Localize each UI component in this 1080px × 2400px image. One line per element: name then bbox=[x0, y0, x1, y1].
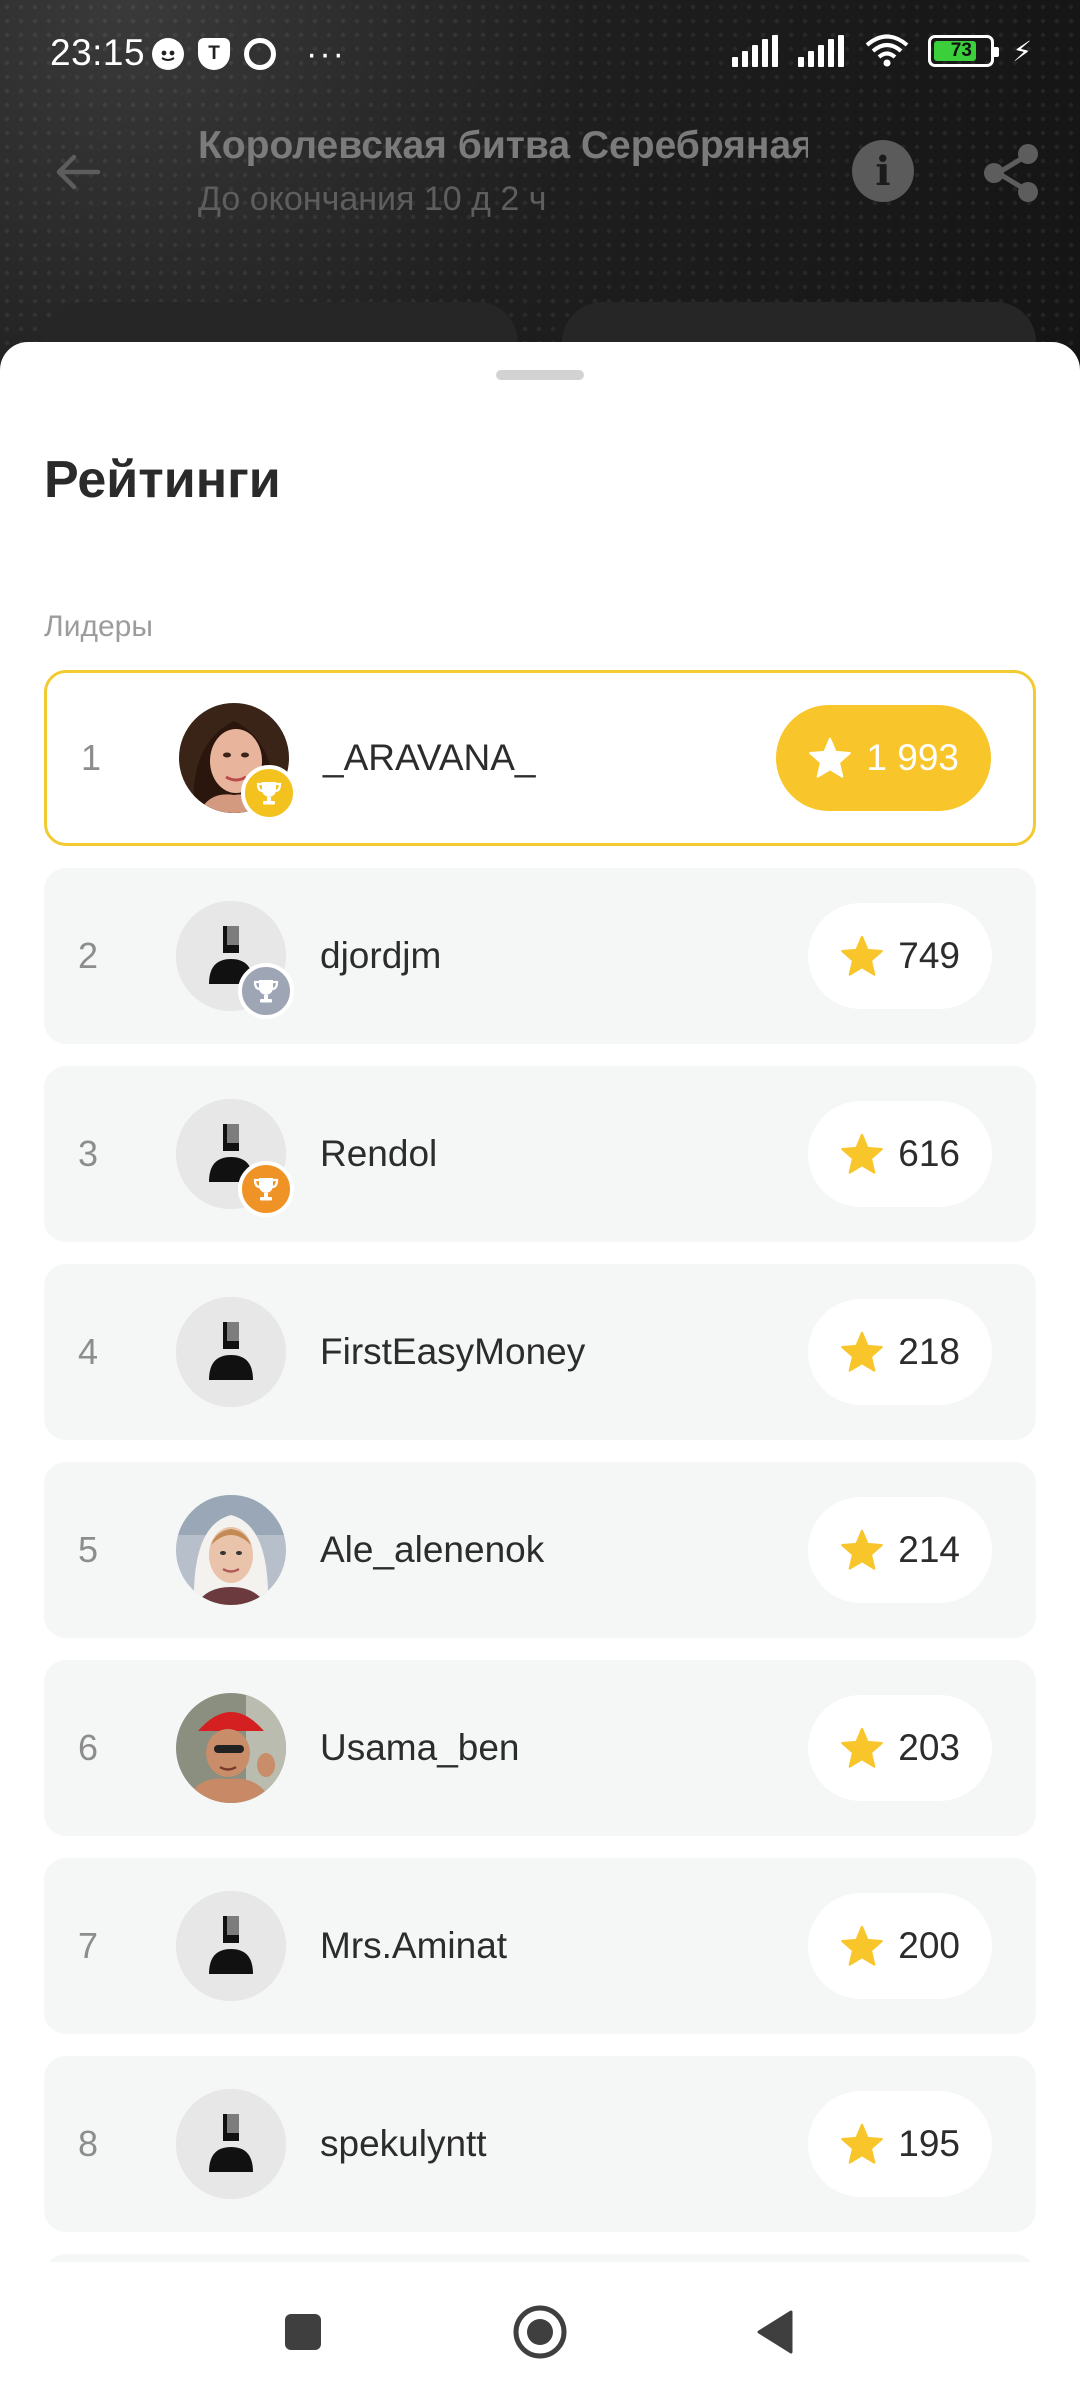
username[interactable]: Rendol bbox=[320, 1066, 437, 1242]
leaderboard-row[interactable]: 6 Usama_ben 203 bbox=[44, 1660, 1036, 1836]
avatar[interactable] bbox=[176, 1693, 286, 1803]
leaderboard-row[interactable]: 1 _ARAVANA_ 1 993 bbox=[44, 670, 1036, 846]
avatar[interactable] bbox=[176, 1891, 286, 2001]
circle-icon bbox=[513, 2305, 567, 2359]
score-badge: 218 bbox=[808, 1299, 992, 1405]
info-button[interactable]: i bbox=[852, 140, 914, 202]
tinkoff-notification-icon: T bbox=[198, 38, 230, 70]
leaderboard-row[interactable]: 4 FirstEasyMoney 218 bbox=[44, 1264, 1036, 1440]
star-icon bbox=[841, 1727, 884, 1768]
notification-icons: T ··· bbox=[152, 35, 346, 73]
status-time: 23:15 bbox=[50, 32, 146, 73]
trophy-icon bbox=[256, 782, 282, 805]
sheet-drag-handle[interactable] bbox=[496, 370, 584, 380]
share-icon bbox=[984, 144, 1038, 202]
leaderboard-row-partial[interactable] bbox=[44, 2254, 1036, 2262]
score-value: 1 993 bbox=[866, 737, 959, 778]
trophy-icon bbox=[253, 980, 279, 1003]
recents-button[interactable] bbox=[263, 2292, 343, 2372]
status-bar: 23:15 T ··· 73 ⚡ bbox=[0, 0, 1080, 110]
battery-icon: 73 bbox=[928, 35, 1000, 67]
rank-number: 5 bbox=[78, 1529, 99, 1570]
star-icon bbox=[841, 1133, 884, 1174]
sheet-title: Рейтинги bbox=[44, 451, 281, 509]
username[interactable]: Mrs.Aminat bbox=[320, 1858, 507, 2034]
section-label: Лидеры bbox=[44, 610, 153, 643]
silver-medal-icon bbox=[238, 963, 294, 1019]
score-value: 218 bbox=[898, 1331, 960, 1372]
ratings-sheet: Рейтинги Лидеры 1 _ARAVANA_ 1 993 2 djor… bbox=[0, 342, 1080, 2262]
bronze-medal-icon bbox=[238, 1161, 294, 1217]
score-value: 214 bbox=[898, 1529, 960, 1570]
chat-notification-icon bbox=[152, 38, 184, 70]
rank-number: 1 bbox=[81, 737, 102, 778]
score-badge: 200 bbox=[808, 1893, 992, 1999]
score-value: 749 bbox=[898, 935, 960, 976]
star-icon bbox=[841, 1925, 884, 1966]
charging-icon: ⚡ bbox=[1012, 35, 1032, 67]
score-badge: 195 bbox=[808, 2091, 992, 2197]
username[interactable]: djordjm bbox=[320, 868, 441, 1044]
leaderboard-row[interactable]: 7 Mrs.Aminat 200 bbox=[44, 1858, 1036, 2034]
signal-icon bbox=[732, 35, 780, 67]
leaderboard-row[interactable]: 3 Rendol 616 bbox=[44, 1066, 1036, 1242]
username[interactable]: Usama_ben bbox=[320, 1660, 520, 1836]
trophy-icon bbox=[253, 1178, 279, 1201]
score-badge: 203 bbox=[808, 1695, 992, 1801]
time-remaining: До окончания 10 д 2 ч bbox=[198, 180, 547, 218]
leaderboard-row[interactable]: 8 spekulyntt 195 bbox=[44, 2056, 1036, 2232]
leaderboard-list: 1 _ARAVANA_ 1 993 2 djordjm 749 3 Rendol… bbox=[44, 670, 1036, 2262]
star-icon bbox=[841, 1331, 884, 1372]
avatar[interactable] bbox=[179, 703, 297, 821]
avatar[interactable] bbox=[176, 2089, 286, 2199]
gold-medal-icon bbox=[241, 765, 297, 821]
score-badge: 749 bbox=[808, 903, 992, 1009]
leaderboard-row[interactable]: 2 djordjm 749 bbox=[44, 868, 1036, 1044]
signal-icon-2 bbox=[798, 35, 846, 67]
square-icon bbox=[285, 2314, 321, 2350]
avatar[interactable] bbox=[176, 1297, 286, 1407]
share-button[interactable] bbox=[976, 138, 1046, 208]
score-value: 203 bbox=[898, 1727, 960, 1768]
star-icon bbox=[809, 737, 852, 778]
rank-number: 8 bbox=[78, 2123, 99, 2164]
avatar[interactable] bbox=[176, 901, 294, 1019]
rank-number: 4 bbox=[78, 1331, 99, 1372]
username[interactable]: FirstEasyMoney bbox=[320, 1264, 585, 1440]
system-nav-bar bbox=[0, 2262, 1080, 2400]
avatar[interactable] bbox=[176, 1099, 294, 1217]
username[interactable]: _ARAVANA_ bbox=[323, 673, 536, 849]
score-badge: 214 bbox=[808, 1497, 992, 1603]
username[interactable]: Ale_alenenok bbox=[320, 1462, 544, 1638]
score-value: 195 bbox=[898, 2123, 960, 2164]
rank-number: 6 bbox=[78, 1727, 99, 1768]
star-icon bbox=[841, 935, 884, 976]
score-value: 200 bbox=[898, 1925, 960, 1966]
rank-number: 3 bbox=[78, 1133, 99, 1174]
chrome-notification-icon bbox=[244, 38, 276, 70]
leaderboard-row[interactable]: 5 Ale_alenenok 214 bbox=[44, 1462, 1036, 1638]
arrow-left-icon bbox=[56, 154, 101, 190]
home-button[interactable] bbox=[500, 2292, 580, 2372]
back-nav-button[interactable] bbox=[735, 2292, 815, 2372]
star-icon bbox=[841, 1529, 884, 1570]
rank-number: 7 bbox=[78, 1925, 99, 1966]
page-title: Королевская битва Серебряная bbox=[198, 124, 808, 167]
username[interactable]: spekulyntt bbox=[320, 2056, 487, 2232]
rank-number: 2 bbox=[78, 935, 99, 976]
info-icon: i bbox=[875, 147, 891, 195]
system-status: 73 ⚡ bbox=[732, 34, 1032, 68]
more-notifications-icon: ··· bbox=[306, 35, 346, 73]
avatar[interactable] bbox=[176, 1495, 286, 1605]
app-bar: Королевская битва Серебряная До окончани… bbox=[0, 110, 1080, 230]
score-value: 616 bbox=[898, 1133, 960, 1174]
triangle-back-icon bbox=[757, 2310, 793, 2354]
back-button[interactable] bbox=[40, 134, 116, 210]
wifi-icon bbox=[866, 34, 909, 67]
star-icon bbox=[841, 2123, 884, 2164]
score-badge: 616 bbox=[808, 1101, 992, 1207]
score-badge: 1 993 bbox=[776, 705, 991, 811]
battery-level: 73 bbox=[950, 40, 972, 61]
title-block: Королевская битва Серебряная До окончани… bbox=[198, 124, 808, 219]
